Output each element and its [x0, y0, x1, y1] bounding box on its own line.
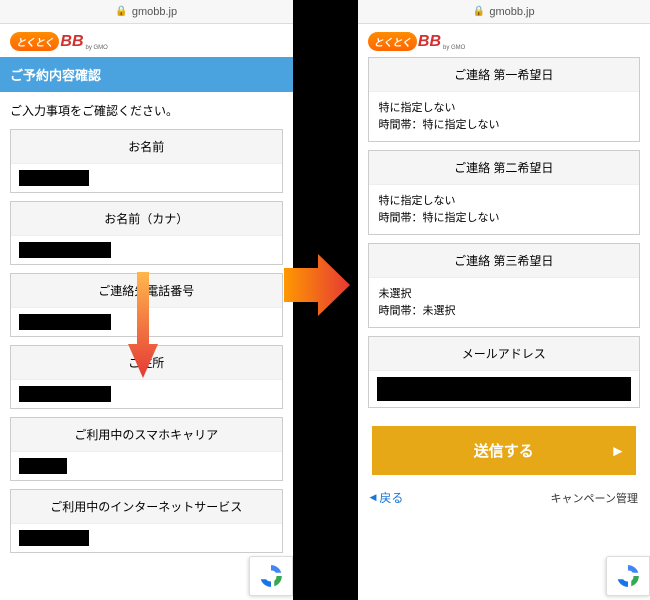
field-contact1: ご連絡 第一希望日 特に指定しない 時間帯：特に指定しない: [368, 57, 641, 142]
submit-button[interactable]: 送信する: [372, 426, 637, 475]
redacted-value: [377, 377, 632, 401]
field-label: お名前: [11, 130, 282, 164]
logo-sub: by GMO: [86, 45, 108, 51]
url-text: gmobb.jp: [489, 6, 534, 18]
recaptcha-badge[interactable]: [249, 556, 293, 596]
logo-badge: とくとく: [10, 32, 59, 51]
back-link[interactable]: 戻る: [370, 489, 404, 506]
content-right: とくとく BB by GMO ご連絡 第一希望日 特に指定しない 時間帯：特に指…: [358, 24, 650, 600]
field-label: ご連絡 第一希望日: [369, 58, 640, 92]
recaptcha-badge[interactable]: [606, 556, 650, 596]
logo-bb: BB: [60, 33, 83, 51]
recaptcha-icon: [615, 563, 641, 589]
field-carrier: ご利用中のスマホキャリア: [10, 417, 283, 481]
field-label: ご連絡 第二希望日: [369, 151, 640, 185]
screen-confirm-bottom: 🔒 gmobb.jp とくとく BB by GMO ご連絡 第一希望日 特に指定…: [358, 0, 650, 600]
field-label: ご連絡 第三希望日: [369, 244, 640, 278]
field-value: 特に指定しない 時間帯：特に指定しない: [369, 92, 640, 141]
site-logo[interactable]: とくとく BB by GMO: [368, 32, 466, 51]
field-name-kana: お名前（カナ）: [10, 201, 283, 265]
page-heading: ご予約内容確認: [0, 57, 293, 92]
footer-row: 戻る キャンペーン管理: [368, 489, 641, 506]
arrow-down-icon: [128, 270, 158, 380]
redacted-value: [19, 170, 89, 186]
field-email: メールアドレス: [368, 336, 641, 408]
field-label: ご利用中のインターネットサービス: [11, 490, 282, 524]
redacted-value: [19, 386, 111, 402]
url-bar: 🔒 gmobb.jp: [358, 0, 650, 24]
campaign-link[interactable]: キャンペーン管理: [551, 490, 638, 506]
logo-badge: とくとく: [368, 32, 417, 51]
redacted-value: [19, 458, 67, 474]
logo-sub: by GMO: [443, 45, 465, 51]
field-contact2: ご連絡 第二希望日 特に指定しない 時間帯：特に指定しない: [368, 150, 641, 235]
redacted-value: [19, 242, 111, 258]
url-text: gmobb.jp: [132, 6, 177, 18]
recaptcha-icon: [258, 563, 284, 589]
field-label: メールアドレス: [369, 337, 640, 371]
field-name: お名前: [10, 129, 283, 193]
field-value: 未選択 時間帯：未選択: [369, 278, 640, 327]
field-value: 特に指定しない 時間帯：特に指定しない: [369, 185, 640, 234]
url-bar: 🔒 gmobb.jp: [0, 0, 293, 24]
logo-bb: BB: [418, 33, 441, 51]
instruction-text: ご入力事項をご確認ください。: [10, 102, 283, 119]
redacted-value: [19, 314, 111, 330]
arrow-right-icon: [282, 250, 352, 320]
site-logo[interactable]: とくとく BB by GMO: [10, 32, 108, 51]
lock-icon: 🔒: [473, 6, 485, 17]
field-label: お名前（カナ）: [11, 202, 282, 236]
field-isp: ご利用中のインターネットサービス: [10, 489, 283, 553]
redacted-value: [19, 530, 89, 546]
field-contact3: ご連絡 第三希望日 未選択 時間帯：未選択: [368, 243, 641, 328]
lock-icon: 🔒: [115, 6, 127, 17]
field-label: ご利用中のスマホキャリア: [11, 418, 282, 452]
